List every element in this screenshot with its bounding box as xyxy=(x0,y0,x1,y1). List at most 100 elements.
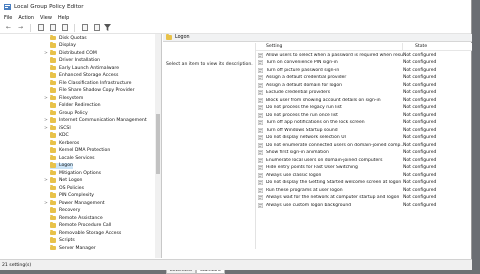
tree-item-label: Locale Services xyxy=(59,155,95,161)
description-text: Select an item to view its description. xyxy=(166,62,253,67)
folder-icon xyxy=(50,35,56,41)
policy-setting-icon xyxy=(258,165,263,171)
policy-setting-icon xyxy=(258,172,263,178)
tree-item-label: Recovery xyxy=(59,208,81,214)
tree-item[interactable]: File Share Shadow Copy Provider xyxy=(50,87,134,94)
setting-row[interactable]: Do not process the run once list Not conf… xyxy=(256,112,473,118)
setting-row[interactable]: Allow users to select when a password is… xyxy=(256,52,473,58)
setting-row[interactable]: Assign a default credential provider Not … xyxy=(256,75,473,81)
tree-item[interactable]: > Internet Communication Management xyxy=(44,117,147,124)
toolbar-divider xyxy=(30,23,31,32)
setting-state: Not configured xyxy=(403,172,437,178)
tree-item[interactable]: Logon xyxy=(50,162,73,169)
setting-row[interactable]: Turn off app notifications on the lock s… xyxy=(256,120,473,126)
tree-item-label: Net Logon xyxy=(59,178,83,184)
properties-icon[interactable] xyxy=(48,23,57,32)
folder-icon xyxy=(50,132,56,138)
setting-row[interactable]: Enumerate local users on domain-joined c… xyxy=(256,157,473,163)
tree-scroll-thumb[interactable] xyxy=(156,114,160,174)
tree-item[interactable]: Recovery xyxy=(50,207,81,214)
status-bar: 21 setting(s) xyxy=(0,259,472,270)
tree-item[interactable]: Disk Quotas xyxy=(50,35,87,41)
setting-name: Do not process the legacy run list xyxy=(266,105,342,111)
tree-item[interactable]: Mitigation Options xyxy=(50,170,101,176)
export-list-icon[interactable] xyxy=(60,23,69,32)
view-icon[interactable] xyxy=(92,23,101,32)
folder-icon xyxy=(50,117,56,123)
expand-caret-icon[interactable]: > xyxy=(44,51,48,56)
setting-name: Turn off Windows Startup sound xyxy=(266,127,338,133)
tree-item[interactable]: Removable Storage Access xyxy=(50,230,121,236)
policy-setting-icon xyxy=(258,187,263,193)
tree-item[interactable]: Folder Redirection xyxy=(50,102,101,109)
forward-arrow-icon[interactable]: → xyxy=(16,23,25,32)
column-header-setting[interactable]: Setting xyxy=(256,43,402,51)
tree-item[interactable]: Group Policy xyxy=(50,110,88,116)
setting-row[interactable]: Always use custom logon background Not co… xyxy=(256,202,473,208)
menu-file[interactable]: File xyxy=(4,15,12,21)
tree-item-label: Internet Communication Management xyxy=(59,118,147,124)
setting-name: Do not process the run once list xyxy=(266,112,338,118)
tree-item[interactable]: > Filesystem xyxy=(44,95,83,101)
tree-item[interactable]: Scripts xyxy=(50,237,75,244)
setting-row[interactable]: Turn off Windows Startup sound Not config… xyxy=(256,127,473,133)
tree-item[interactable]: > Net Logon xyxy=(44,177,83,184)
setting-row[interactable]: Do not display the Getting Started welco… xyxy=(256,180,473,186)
setting-state: Not configured xyxy=(403,195,437,201)
setting-row[interactable]: Do not enumerate connected users on doma… xyxy=(256,142,473,148)
tree-item[interactable]: Locale Services xyxy=(50,155,95,161)
setting-name: Hide entry points for Fast User Switchin… xyxy=(266,165,358,171)
expand-caret-icon[interactable]: > xyxy=(44,96,48,101)
tree-item[interactable]: Driver Installation xyxy=(50,57,100,64)
folder-icon xyxy=(50,170,56,176)
setting-name: Show first sign-in animation xyxy=(266,150,329,156)
tree-item[interactable]: KDC xyxy=(50,132,69,139)
tree-item[interactable]: Kernel DMA Protection xyxy=(50,147,110,154)
window-title: Local Group Policy Editor xyxy=(14,3,84,10)
policy-setting-icon xyxy=(258,135,263,141)
setting-row[interactable]: Always wait for the network at computer … xyxy=(256,195,473,201)
folder-icon xyxy=(50,222,56,228)
filter-icon[interactable] xyxy=(104,24,111,31)
setting-row[interactable]: Hide entry points for Fast User Switchin… xyxy=(256,165,473,171)
tree-scrollbar[interactable] xyxy=(155,34,161,258)
setting-row[interactable]: Always use classic logon Not configured xyxy=(256,172,473,178)
tree-item[interactable]: Enhanced Storage Access xyxy=(50,72,119,79)
tree-item[interactable]: OS Policies xyxy=(50,185,84,191)
tree-item[interactable]: > iSCSI xyxy=(44,125,71,131)
tree-item[interactable]: Display xyxy=(50,42,76,49)
tree-item[interactable]: Early Launch Antimalware xyxy=(50,65,119,71)
setting-row[interactable]: Block user from showing account details … xyxy=(256,97,473,103)
tree-item[interactable]: File Classification Infrastructure xyxy=(50,80,131,86)
column-header-state[interactable]: State xyxy=(402,43,473,51)
help-icon[interactable] xyxy=(80,23,89,32)
tree-item[interactable]: Remote Assistance xyxy=(50,215,103,221)
expand-caret-icon[interactable]: > xyxy=(44,126,48,131)
setting-row[interactable]: Do not process the legacy run list Not co… xyxy=(256,105,473,111)
setting-row[interactable]: Show first sign-in animation Not configur… xyxy=(256,150,473,156)
expand-caret-icon[interactable]: > xyxy=(44,118,48,123)
setting-state: Not configured xyxy=(403,90,437,96)
back-arrow-icon[interactable]: ← xyxy=(4,23,13,32)
tree-item[interactable]: > Power Management xyxy=(44,200,105,206)
setting-row[interactable]: Turn off picture password sign-in Not con… xyxy=(256,67,473,73)
expand-caret-icon[interactable]: > xyxy=(44,201,48,206)
setting-row[interactable]: Turn on convenience PIN sign-in Not confi… xyxy=(256,60,473,66)
expand-caret-icon[interactable]: > xyxy=(44,178,48,183)
menu-help[interactable]: Help xyxy=(58,15,69,21)
menu-view[interactable]: View xyxy=(40,15,52,21)
tree-item-label: Logon xyxy=(59,163,73,169)
setting-name: Turn on convenience PIN sign-in xyxy=(266,60,338,66)
tree-item[interactable]: > Distributed COM xyxy=(44,50,97,56)
setting-row[interactable]: Do not display network selection UI Not c… xyxy=(256,135,473,141)
tree-item[interactable]: Kerberos xyxy=(50,140,79,146)
tree-item[interactable]: PIN Complexity xyxy=(50,192,94,199)
tree-item[interactable]: Server Manager xyxy=(50,245,96,251)
tree-item-label: Enhanced Storage Access xyxy=(59,73,119,79)
setting-row[interactable]: Run these programs at user logon Not conf… xyxy=(256,187,473,193)
tree-item[interactable]: Remote Procedure Call xyxy=(50,222,111,229)
setting-row[interactable]: Assign a default domain for logon Not con… xyxy=(256,82,473,88)
menu-action[interactable]: Action xyxy=(18,15,34,21)
show-hide-tree-icon[interactable] xyxy=(36,23,45,32)
setting-row[interactable]: Exclude credential providers Not configur… xyxy=(256,90,473,96)
